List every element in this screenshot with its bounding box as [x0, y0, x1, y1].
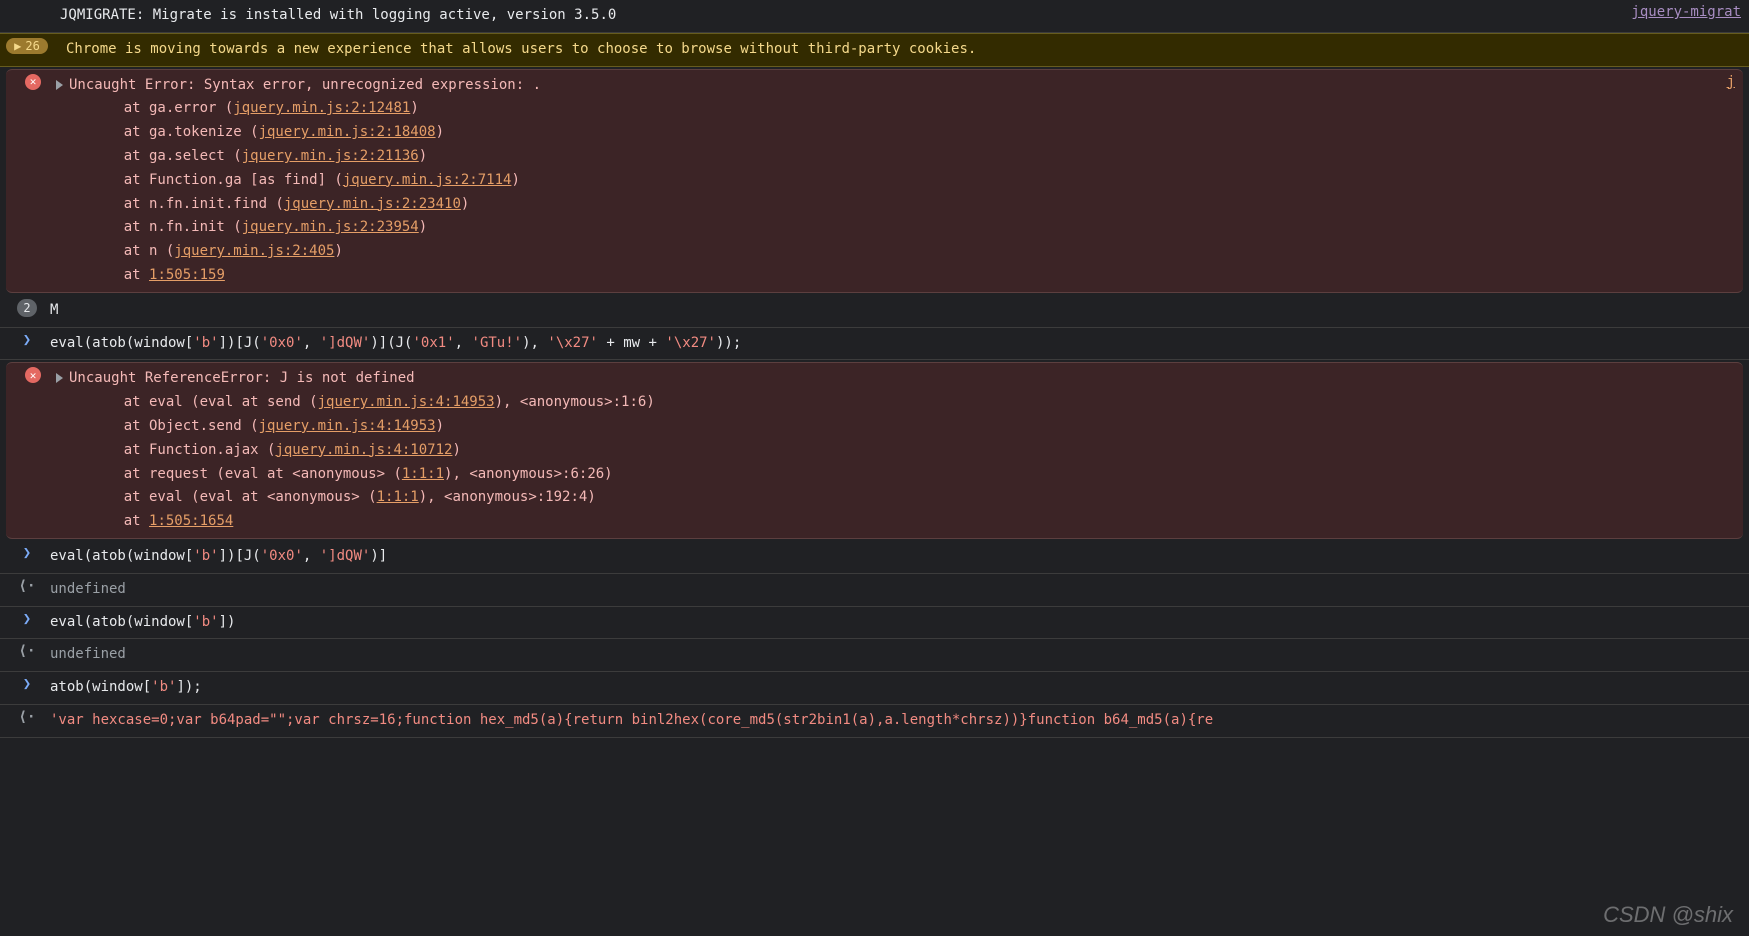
string-literal: 'GTu!' — [472, 335, 523, 351]
input-chevron-icon: ❯ — [23, 545, 31, 561]
source-link[interactable]: jquery-migrat — [1619, 4, 1741, 20]
error-title: Uncaught ReferenceError: J is not define… — [69, 370, 415, 386]
stack-frame: at ga.tokenize (jquery.min.js:2:18408) — [90, 121, 1715, 145]
stack-frame: at 1:505:1654 — [90, 510, 1735, 534]
row-gutter: ❯ — [12, 545, 42, 561]
output-chevron-icon: ⟨· — [19, 643, 36, 659]
input-chevron-icon: ❯ — [23, 676, 31, 692]
source-link[interactable]: 1:1:1 — [402, 466, 444, 482]
source-link[interactable]: jquery.min.js:2:7114 — [343, 172, 512, 188]
console-result-row: ⟨· 'var hexcase=0;var b64pad="";var chrsz… — [0, 705, 1749, 738]
error-icon: ✕ — [25, 367, 41, 383]
string-literal: '\x27' — [547, 335, 598, 351]
source-link[interactable]: jquery.min.js:4:10712 — [275, 442, 452, 458]
row-gutter: ❯ — [12, 332, 42, 348]
play-icon: ▶ — [14, 39, 21, 53]
error-icon: ✕ — [25, 74, 41, 90]
source-link[interactable]: 1:1:1 — [377, 489, 419, 505]
row-gutter: ❯ — [12, 676, 42, 692]
console-error-row: ✕ Uncaught Error: Syntax error, unrecogni… — [6, 69, 1743, 293]
expand-arrow-icon[interactable] — [56, 373, 63, 383]
warning-text: Chrome is moving towards a new experienc… — [42, 38, 1741, 62]
row-gutter: 2 — [12, 299, 42, 317]
console-log-row: 2M — [0, 295, 1749, 328]
console-warning-row: ▶ 26Chrome is moving towards a new experi… — [0, 33, 1749, 67]
string-literal: 'b' — [193, 614, 218, 630]
warning-count: 26 — [25, 39, 39, 53]
error-content: Uncaught Error: Syntax error, unrecogniz… — [48, 74, 1715, 288]
input-code: eval(atob(window['b']) — [42, 611, 1741, 635]
row-gutter: ✕ — [18, 74, 48, 90]
output-chevron-icon: ⟨· — [19, 709, 36, 725]
stack-trace: at ga.error (jquery.min.js:2:12481) at g… — [56, 97, 1715, 287]
source-link[interactable]: jquery.min.js:2:12481 — [233, 100, 410, 116]
console-log-row: JQMIGRATE: Migrate is installed with log… — [0, 0, 1749, 33]
console-error-row: ✕ Uncaught ReferenceError: J is not defin… — [6, 362, 1743, 539]
string-literal: '0x0' — [261, 335, 303, 351]
console-input-row[interactable]: ❯ eval(atob(window['b'])[J('0x0', ']dQW')… — [0, 541, 1749, 574]
string-literal: ']dQW' — [320, 335, 371, 351]
repeat-count-badge: 2 — [17, 299, 36, 317]
string-literal: 'b' — [193, 335, 218, 351]
input-chevron-icon: ❯ — [23, 332, 31, 348]
source-link[interactable]: jquery.min.js:2:405 — [174, 243, 334, 259]
source-link[interactable]: jquery.min.js:2:18408 — [259, 124, 436, 140]
string-literal: '0x0' — [261, 548, 303, 564]
input-code: atob(window['b']); — [42, 676, 1741, 700]
row-gutter: ❯ — [12, 611, 42, 627]
stack-frame: at ga.select (jquery.min.js:2:21136) — [90, 145, 1715, 169]
stack-frame: at ga.error (jquery.min.js:2:12481) — [90, 97, 1715, 121]
source-link[interactable]: jquery.min.js:2:21136 — [242, 148, 419, 164]
stack-frame: at 1:505:159 — [90, 264, 1715, 288]
console-panel: JQMIGRATE: Migrate is installed with log… — [0, 0, 1749, 738]
log-text: M — [42, 299, 1741, 323]
console-output-row: ⟨· undefined — [0, 639, 1749, 672]
source-link[interactable]: jquery.min.js:4:14953 — [259, 418, 436, 434]
row-gutter: ✕ — [18, 367, 48, 383]
row-gutter: ▶ 26 — [12, 38, 42, 54]
error-title: Uncaught Error: Syntax error, unrecogniz… — [69, 77, 541, 93]
stack-frame: at eval (eval at send (jquery.min.js:4:1… — [90, 391, 1735, 415]
string-literal: ']dQW' — [320, 548, 371, 564]
source-link[interactable]: jquery.min.js:4:14953 — [318, 394, 495, 410]
output-text: undefined — [42, 578, 1741, 602]
stack-frame: at request (eval at <anonymous> (1:1:1),… — [90, 463, 1735, 487]
stack-trace: at eval (eval at send (jquery.min.js:4:1… — [56, 391, 1735, 534]
console-input-row[interactable]: ❯ eval(atob(window['b']) — [0, 607, 1749, 640]
source-link[interactable]: jquery.min.js:2:23410 — [284, 196, 461, 212]
expand-arrow-icon[interactable] — [56, 80, 63, 90]
stack-frame: at n (jquery.min.js:2:405) — [90, 240, 1715, 264]
string-literal: 'b' — [151, 679, 176, 695]
watermark: CSDN @shix — [1603, 902, 1733, 928]
source-link[interactable]: 1:505:159 — [149, 267, 225, 283]
log-text: JQMIGRATE: Migrate is installed with log… — [52, 4, 1619, 28]
string-literal: '0x1' — [413, 335, 455, 351]
input-chevron-icon: ❯ — [23, 611, 31, 627]
row-gutter: ⟨· — [12, 709, 42, 725]
result-text: 'var hexcase=0;var b64pad="";var chrsz=1… — [42, 709, 1741, 733]
row-gutter: ⟨· — [12, 578, 42, 594]
stack-frame: at Function.ga [as find] (jquery.min.js:… — [90, 169, 1715, 193]
stack-frame: at n.fn.init (jquery.min.js:2:23954) — [90, 216, 1715, 240]
string-literal: 'b' — [193, 548, 218, 564]
stack-frame: at eval (eval at <anonymous> (1:1:1), <a… — [90, 486, 1735, 510]
output-chevron-icon: ⟨· — [19, 578, 36, 594]
source-link[interactable]: j — [1715, 74, 1735, 90]
error-content: Uncaught ReferenceError: J is not define… — [48, 367, 1735, 534]
output-text: undefined — [42, 643, 1741, 667]
console-input-row[interactable]: ❯ eval(atob(window['b'])[J('0x0', ']dQW')… — [0, 328, 1749, 361]
source-link[interactable]: jquery.min.js:2:23954 — [242, 219, 419, 235]
string-literal: '\x27' — [665, 335, 716, 351]
stack-frame: at Function.ajax (jquery.min.js:4:10712) — [90, 439, 1735, 463]
console-input-row[interactable]: ❯ atob(window['b']); — [0, 672, 1749, 705]
stack-frame: at n.fn.init.find (jquery.min.js:2:23410… — [90, 193, 1715, 217]
stack-frame: at Object.send (jquery.min.js:4:14953) — [90, 415, 1735, 439]
input-code: eval(atob(window['b'])[J('0x0', ']dQW')] — [42, 545, 1741, 569]
source-link[interactable]: 1:505:1654 — [149, 513, 233, 529]
input-code: eval(atob(window['b'])[J('0x0', ']dQW')]… — [42, 332, 1741, 356]
row-gutter: ⟨· — [12, 643, 42, 659]
console-output-row: ⟨· undefined — [0, 574, 1749, 607]
